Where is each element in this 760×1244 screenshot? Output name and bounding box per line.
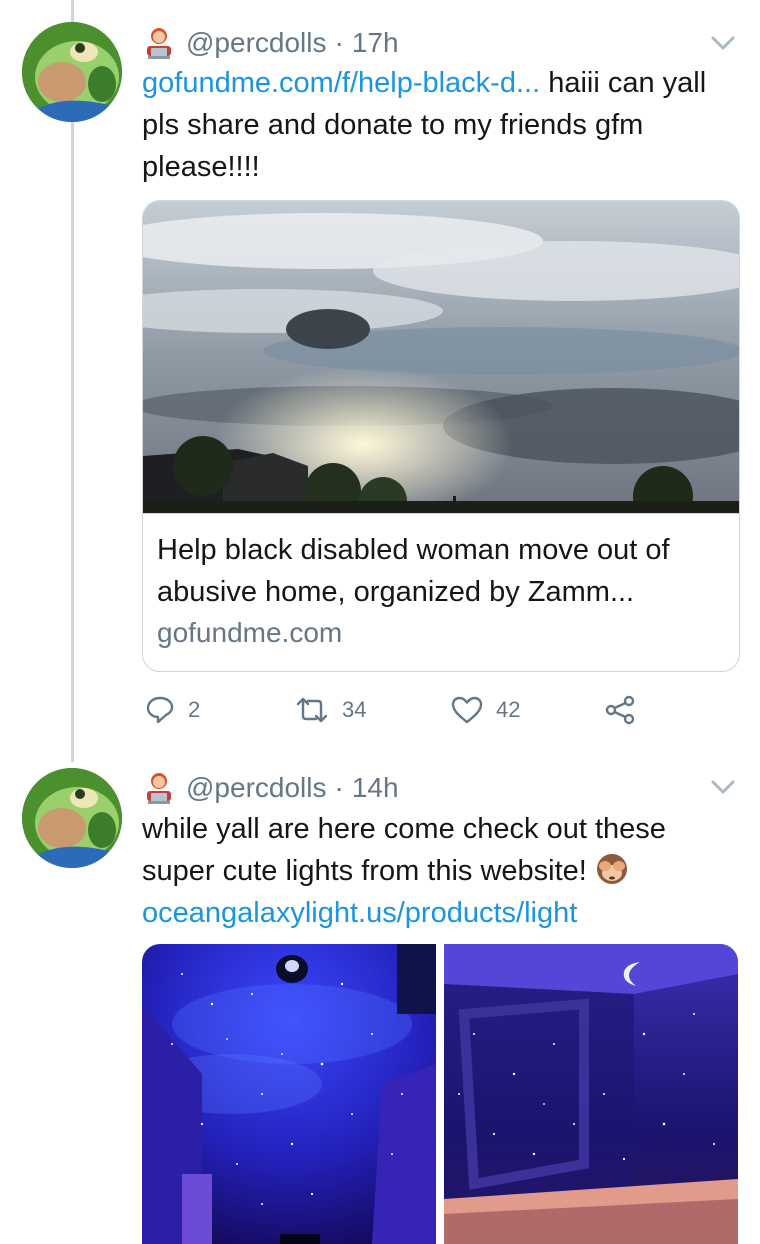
like-button[interactable]: 42 xyxy=(450,690,520,730)
link-preview-card[interactable]: Help black disabled woman move out of ab… xyxy=(142,200,740,672)
media-image-1[interactable] xyxy=(142,944,436,1244)
separator: · xyxy=(334,27,344,58)
tweet-link[interactable]: gofundme.com/f/help-black-d... xyxy=(142,67,540,99)
card-image xyxy=(143,201,739,513)
timestamp[interactable]: 17h xyxy=(352,27,399,59)
tweet-text: gofundme.com/f/help-black-d... haiii can… xyxy=(142,62,742,188)
chevron-down-icon[interactable] xyxy=(706,33,740,55)
media-gallery xyxy=(142,944,738,1244)
card-divider xyxy=(143,513,739,514)
tweet-1[interactable]: @percdolls · 17h gofundme.com/f/help-bla… xyxy=(0,0,760,760)
timestamp[interactable]: 14h xyxy=(352,772,399,804)
galaxy-room-image-1 xyxy=(142,944,436,1244)
like-count: 42 xyxy=(496,697,521,722)
author-handle[interactable]: @percdolls xyxy=(186,772,326,804)
tweet-header: @percdolls · 14h xyxy=(142,768,399,808)
galaxy-room-image-2 xyxy=(444,944,738,1244)
author-handle[interactable]: @percdolls xyxy=(186,27,326,59)
tweet-actions: 2 34 42 xyxy=(142,690,742,730)
heart-icon xyxy=(451,696,483,724)
avatar[interactable] xyxy=(22,22,122,122)
retweet-button[interactable]: 34 xyxy=(294,690,366,730)
tweet-text: while yall are here come check out these… xyxy=(142,808,722,934)
woman-technologist-emoji-icon xyxy=(147,28,171,59)
retweet-count: 34 xyxy=(342,697,367,722)
chevron-down-icon[interactable] xyxy=(706,777,740,799)
reply-icon xyxy=(146,696,174,724)
woman-technologist-emoji-icon xyxy=(147,773,171,804)
share-icon xyxy=(605,695,635,725)
reply-button[interactable]: 2 xyxy=(144,690,200,730)
see-no-evil-monkey-emoji-icon xyxy=(596,854,627,884)
separator: · xyxy=(334,772,344,803)
avatar[interactable] xyxy=(22,768,122,868)
retweet-icon xyxy=(296,697,328,723)
tweet-text-body: while yall are here come check out these… xyxy=(142,813,666,887)
share-button[interactable] xyxy=(604,690,648,730)
reply-count: 2 xyxy=(188,697,201,722)
media-image-2[interactable] xyxy=(444,944,738,1244)
card-domain: gofundme.com xyxy=(157,617,343,648)
card-title: Help black disabled woman move out of ab… xyxy=(157,534,670,608)
tweet-header: @percdolls · 17h xyxy=(142,23,399,63)
tweet-2[interactable]: @percdolls · 14h while yall are here com… xyxy=(0,760,760,1244)
tweet-link[interactable]: oceangalaxylight.us/products/light xyxy=(142,897,577,929)
